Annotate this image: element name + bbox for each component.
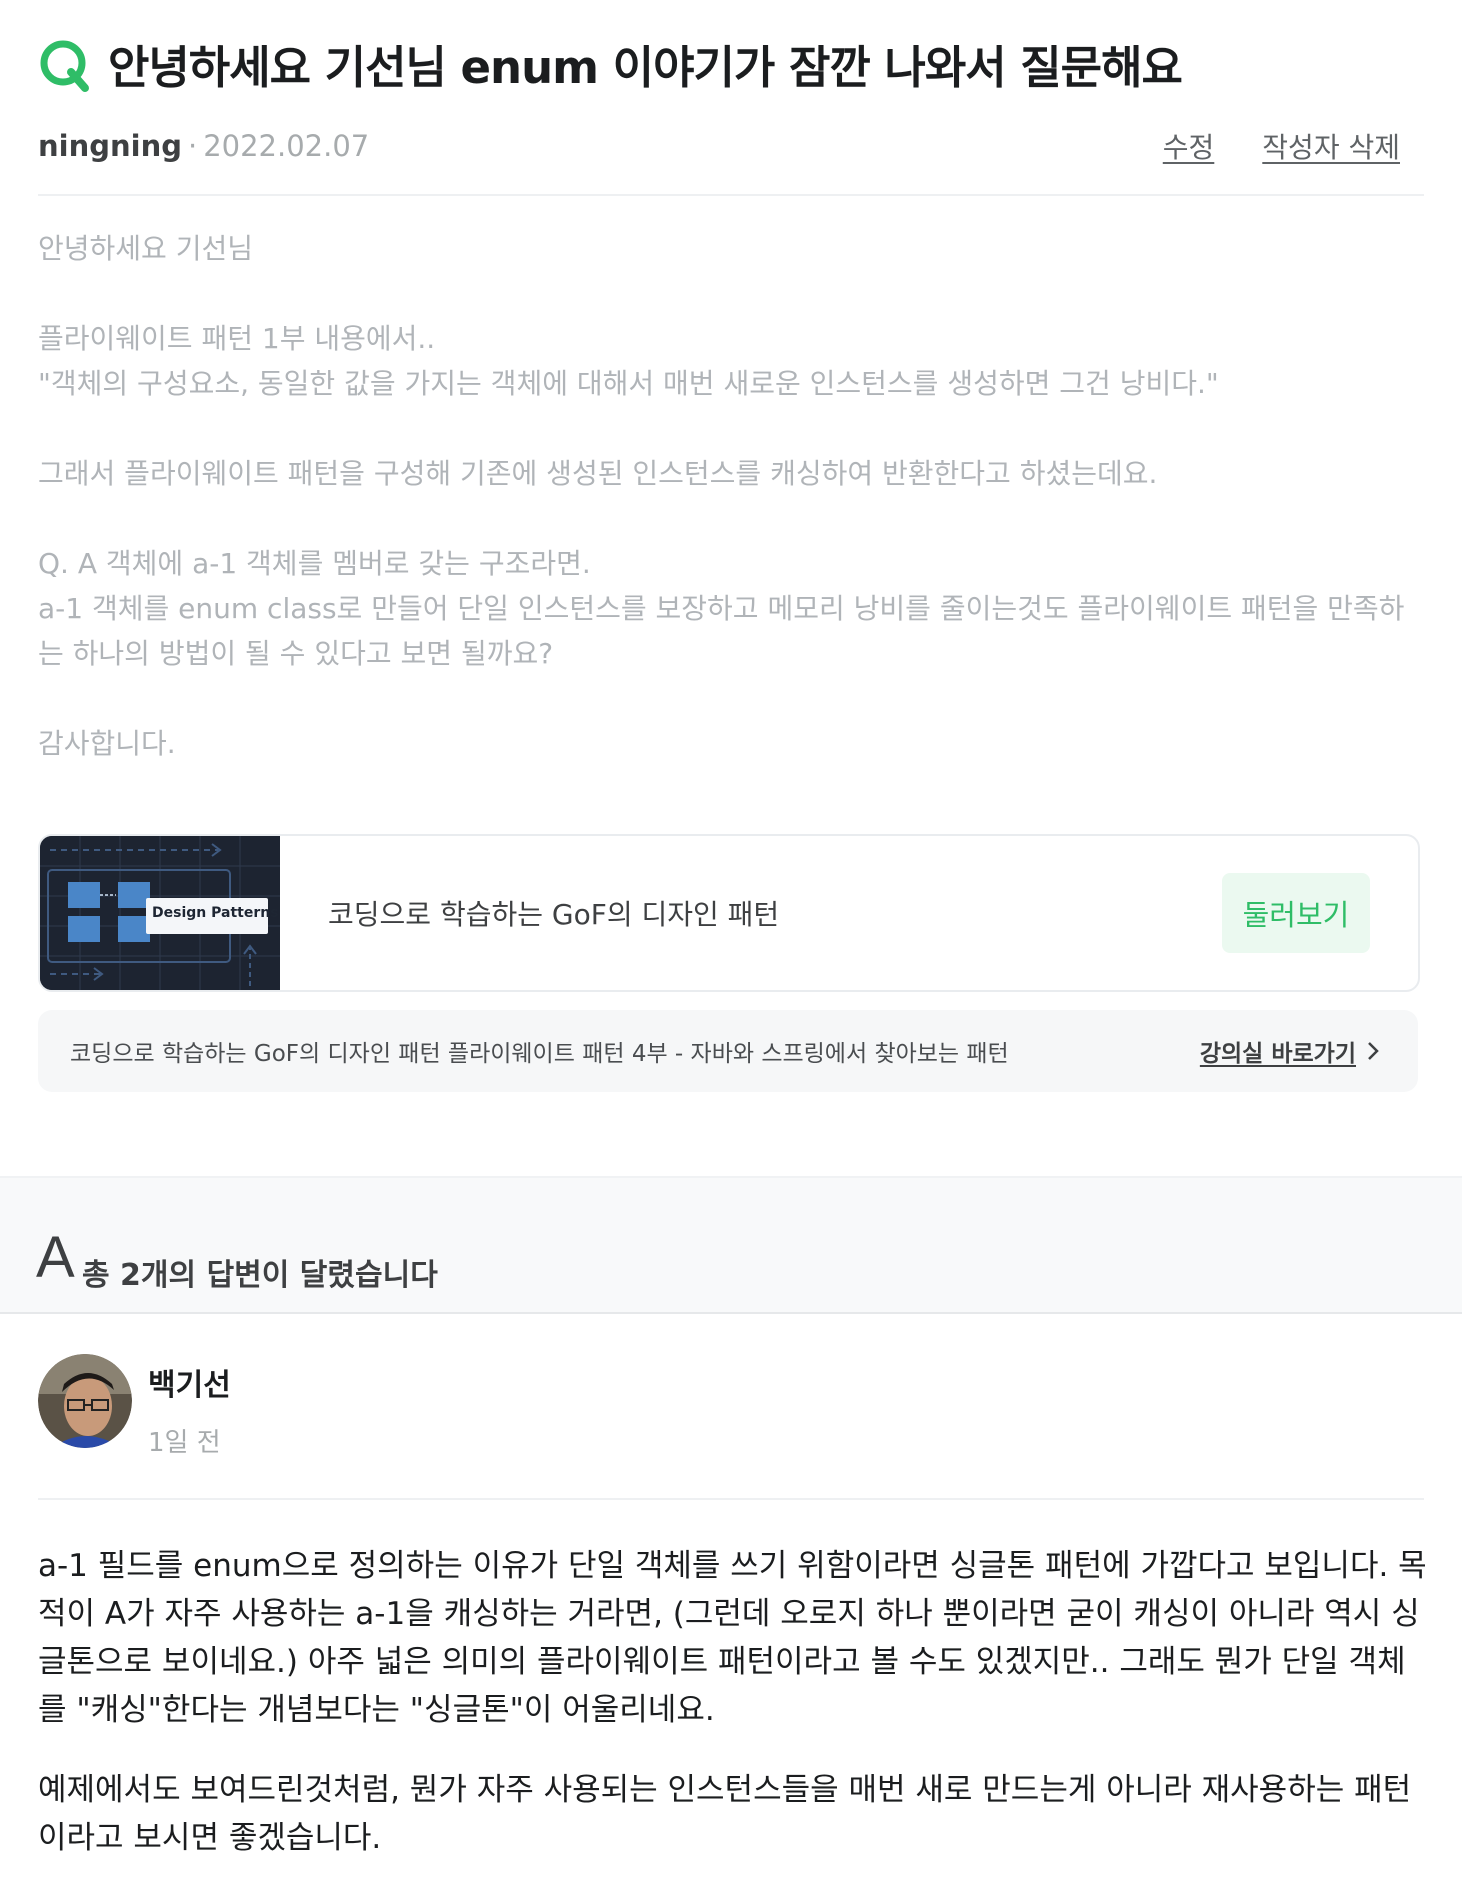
answer-divider: [38, 1498, 1424, 1500]
question-line: "객체의 구성요소, 동일한 값을 가지는 객체에 대해서 매번 새로운 인스턴…: [38, 367, 1219, 400]
question-line: Q. A 객체에 a-1 객체를 멤버로 갖는 구조라면.: [38, 547, 591, 580]
meta-separator: ·: [187, 129, 198, 163]
answer-header: 백기선 1일 전: [38, 1314, 1424, 1498]
answer-time: 1일 전: [148, 1428, 221, 1458]
header-divider: [38, 194, 1424, 196]
answer-author-info: 백기선 1일 전: [148, 1354, 231, 1459]
course-thumbnail-label: Design Patterns: [152, 905, 279, 921]
question-title: 안녕하세요 기선님 enum 이야기가 잠깐 나와서 질문해요: [108, 40, 1183, 94]
course-thumbnail: Design Patterns: [40, 836, 280, 990]
course-name[interactable]: 코딩으로 학습하는 GoF의 디자인 패턴: [328, 893, 779, 933]
answers-header: A 총 2개의 답변이 달렸습니다: [0, 1176, 1462, 1314]
answer-count: 총 2개의 답변이 달렸습니다: [82, 1258, 438, 1293]
chevron-right-icon: [1368, 1042, 1379, 1060]
question-body: 안녕하세요 기선님 플라이웨이트 패턴 1부 내용에서.. "객체의 구성요소,…: [38, 226, 1428, 766]
answer-paragraph: a-1 필드를 enum으로 정의하는 이유가 단일 객체를 쓰기 위함이라면 …: [38, 1548, 1427, 1728]
avatar[interactable]: [38, 1354, 132, 1448]
edit-button[interactable]: 수정: [1163, 126, 1215, 166]
course-card[interactable]: Design Patterns 코딩으로 학습하는 GoF의 디자인 패턴 둘러…: [38, 834, 1420, 992]
answer-item: 백기선 1일 전 a-1 필드를 enum으로 정의하는 이유가 단일 객체를 …: [0, 1314, 1462, 1862]
lecture-unit-box: 코딩으로 학습하는 GoF의 디자인 패턴 플라이웨이트 패턴 4부 - 자바와…: [38, 1010, 1418, 1092]
question-line: 감사합니다.: [38, 727, 176, 760]
question-meta: ningning · 2022.02.07 수정 작성자 삭제: [38, 126, 1424, 166]
answer-author[interactable]: 백기선: [148, 1360, 231, 1404]
goto-classroom-link[interactable]: 강의실 바로가기: [1200, 1034, 1380, 1068]
delete-button[interactable]: 작성자 삭제: [1262, 126, 1400, 166]
question-section: 안녕하세요 기선님 enum 이야기가 잠깐 나와서 질문해요 ningning…: [0, 0, 1462, 1092]
question-date: 2022.02.07: [203, 129, 370, 163]
question-line: 그래서 플라이웨이트 패턴을 구성해 기존에 생성된 인스턴스를 캐싱하여 반환…: [38, 457, 1158, 490]
question-line: 안녕하세요 기선님: [38, 232, 253, 265]
answer-body: a-1 필드를 enum으로 정의하는 이유가 단일 객체를 쓰기 위함이라면 …: [38, 1542, 1428, 1862]
question-author[interactable]: ningning: [38, 129, 182, 163]
question-q-icon: [40, 40, 89, 92]
goto-classroom-label[interactable]: 강의실 바로가기: [1200, 1034, 1356, 1068]
question-line: a-1 객체를 enum class로 만들어 단일 인스턴스를 보장하고 메모…: [38, 592, 1405, 670]
lecture-unit-title: 코딩으로 학습하는 GoF의 디자인 패턴 플라이웨이트 패턴 4부 - 자바와…: [70, 1041, 1009, 1067]
browse-button[interactable]: 둘러보기: [1222, 873, 1370, 953]
answer-a-icon: A: [36, 1225, 75, 1290]
answer-paragraph: 예제에서도 보여드린것처럼, 뭔가 자주 사용되는 인스턴스들을 매번 새로 만…: [38, 1772, 1412, 1856]
question-header: 안녕하세요 기선님 enum 이야기가 잠깐 나와서 질문해요: [38, 0, 1424, 126]
question-line: 플라이웨이트 패턴 1부 내용에서..: [38, 322, 436, 355]
question-actions: 수정 작성자 삭제: [1163, 126, 1400, 166]
